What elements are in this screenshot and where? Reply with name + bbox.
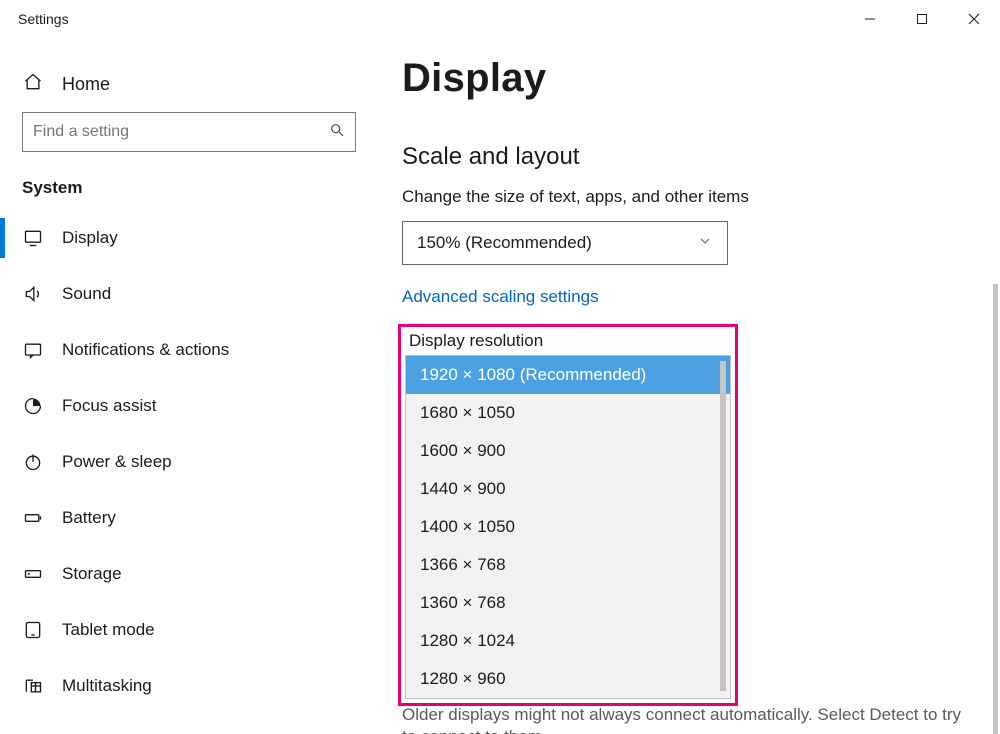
resolution-option[interactable]: 1360 × 768 — [406, 584, 730, 622]
battery-icon — [22, 508, 44, 528]
scale-heading: Scale and layout — [376, 101, 1000, 187]
scale-dropdown-value: 150% (Recommended) — [417, 233, 592, 253]
sound-icon — [22, 284, 44, 304]
scale-dropdown[interactable]: 150% (Recommended) — [402, 221, 728, 265]
sidebar-item-label: Tablet mode — [62, 620, 155, 640]
sidebar-item-label: Focus assist — [62, 396, 156, 416]
sidebar-item-label: Notifications & actions — [62, 340, 229, 360]
sidebar-item-label: Multitasking — [62, 676, 152, 696]
sidebar-home[interactable]: Home — [0, 60, 376, 108]
search-input[interactable] — [22, 112, 356, 152]
resolution-option[interactable]: 1400 × 1050 — [406, 508, 730, 546]
sidebar-category: System — [0, 152, 376, 210]
sidebar-item-label: Display — [62, 228, 118, 248]
sidebar-item-display[interactable]: Display — [0, 210, 376, 266]
sidebar: Home System Display Sound Notifications & … — [0, 38, 376, 734]
sidebar-item-storage[interactable]: Storage — [0, 546, 376, 602]
resolution-dropdown-open[interactable]: 1920 × 1080 (Recommended)1680 × 10501600… — [405, 355, 731, 699]
sidebar-item-label: Storage — [62, 564, 122, 584]
resolution-option[interactable]: 1280 × 960 — [406, 660, 730, 698]
resolution-label: Display resolution — [405, 331, 731, 355]
resolution-option[interactable]: 1440 × 900 — [406, 470, 730, 508]
minimize-button[interactable] — [844, 0, 896, 38]
sidebar-item-label: Battery — [62, 508, 116, 528]
scale-desc: Change the size of text, apps, and other… — [376, 187, 1000, 221]
sidebar-item-multitasking[interactable]: Multitasking — [0, 658, 376, 714]
storage-icon — [22, 564, 44, 584]
sidebar-item-label: Sound — [62, 284, 111, 304]
sidebar-item-label: Power & sleep — [62, 452, 172, 472]
multitasking-icon — [22, 676, 44, 696]
close-button[interactable] — [948, 0, 1000, 38]
display-icon — [22, 228, 44, 248]
notifications-icon — [22, 340, 44, 360]
home-icon — [22, 72, 44, 97]
resolution-scrollbar[interactable] — [720, 361, 726, 691]
resolution-area: Display resolution 1920 × 1080 (Recommen… — [398, 324, 738, 706]
main-panel: Display Scale and layout Change the size… — [376, 38, 1000, 734]
app-title: Settings — [18, 11, 69, 27]
sidebar-item-power[interactable]: Power & sleep — [0, 434, 376, 490]
resolution-option[interactable]: 1680 × 1050 — [406, 394, 730, 432]
sidebar-item-tablet[interactable]: Tablet mode — [0, 602, 376, 658]
sidebar-item-battery[interactable]: Battery — [0, 490, 376, 546]
power-icon — [22, 452, 44, 472]
sidebar-item-sound[interactable]: Sound — [0, 266, 376, 322]
sidebar-item-notifications[interactable]: Notifications & actions — [0, 322, 376, 378]
search-icon — [329, 122, 345, 143]
chevron-down-icon — [697, 233, 713, 254]
advanced-scaling-link[interactable]: Advanced scaling settings — [376, 265, 599, 307]
resolution-option[interactable]: 1600 × 900 — [406, 432, 730, 470]
resolution-option[interactable]: 1366 × 768 — [406, 546, 730, 584]
resolution-option[interactable]: 1920 × 1080 (Recommended) — [406, 356, 730, 394]
sidebar-home-label: Home — [62, 74, 110, 95]
older-displays-note: Older displays might not always connect … — [402, 704, 962, 734]
titlebar: Settings — [0, 0, 1000, 38]
page-title: Display — [376, 56, 1000, 101]
window-scrollbar[interactable] — [993, 284, 998, 734]
sidebar-item-focus[interactable]: Focus assist — [0, 378, 376, 434]
tablet-icon — [22, 620, 44, 640]
search-field[interactable] — [33, 123, 329, 141]
maximize-button[interactable] — [896, 0, 948, 38]
resolution-option[interactable]: 1280 × 1024 — [406, 622, 730, 660]
focus-icon — [22, 396, 44, 416]
